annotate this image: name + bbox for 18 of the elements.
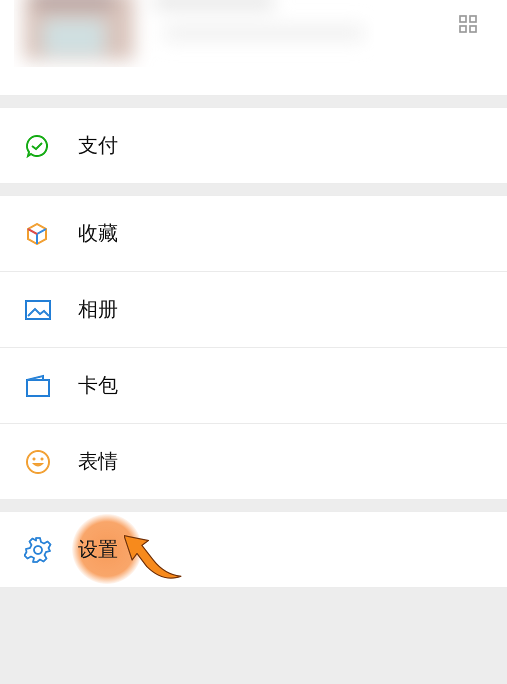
menu-item[interactable]: 收藏 bbox=[0, 196, 507, 272]
menu-item[interactable]: 支付 bbox=[0, 108, 507, 183]
menu-label: 相册 bbox=[78, 296, 118, 323]
menu-item[interactable]: 相册 bbox=[0, 272, 507, 348]
qr-code-icon[interactable] bbox=[459, 15, 477, 33]
menu-item[interactable]: 表情 bbox=[0, 424, 507, 499]
menu-label: 收藏 bbox=[78, 220, 118, 247]
settings-icon bbox=[24, 536, 52, 564]
menu-item[interactable]: 卡包 bbox=[0, 348, 507, 424]
image-icon bbox=[24, 298, 52, 322]
menu-item[interactable]: 设置 bbox=[0, 512, 507, 587]
menu-label: 表情 bbox=[78, 448, 118, 475]
menu-label: 设置 bbox=[78, 536, 118, 563]
cube-icon bbox=[24, 220, 50, 246]
wallet-icon bbox=[24, 374, 52, 398]
smiley-icon bbox=[24, 448, 52, 476]
menu-label: 支付 bbox=[78, 132, 118, 159]
menu-label: 卡包 bbox=[78, 372, 118, 399]
